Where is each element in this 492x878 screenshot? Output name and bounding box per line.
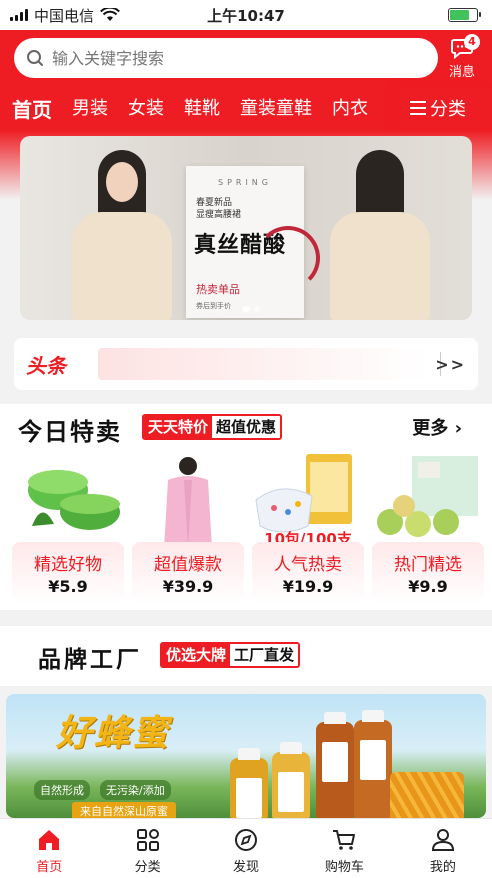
nav-cart[interactable]: 购物车 xyxy=(295,819,393,878)
product-card[interactable]: 超值爆款 ¥39.9 xyxy=(132,450,244,604)
deal-products: 精选好物 ¥5.9 超值爆款 ¥39.9 10包/100支 人气热卖 ¥19.9… xyxy=(12,450,484,604)
messages-button[interactable]: 4 消息 xyxy=(444,34,480,82)
search-bar[interactable] xyxy=(14,38,438,78)
honey-footnote: 来自自然深山原蜜 xyxy=(72,802,176,818)
honey-jar-image xyxy=(272,742,310,818)
model-image-right xyxy=(320,150,440,320)
status-bar: 中国电信 上午10:47 xyxy=(0,0,492,30)
brand-tag-secondary: 工厂直发 xyxy=(230,644,299,666)
product-price: ¥9.9 xyxy=(408,577,448,596)
nav-profile-label: 我的 xyxy=(429,860,456,875)
today-deals-tags: 天天特价 超值优惠 xyxy=(142,414,283,440)
headline-more-button[interactable]: >> xyxy=(435,355,466,374)
banner-poster: SPRING 春夏新品 显瘦高腰裙 真丝醋酸 热卖单品 券后到手价 xyxy=(186,166,320,318)
tab-kids[interactable]: 童装童鞋 xyxy=(240,94,312,123)
header: 4 消息 首页 男装 女装 鞋靴 童装童鞋 内衣 分类 xyxy=(0,30,492,130)
product-price: ¥5.9 xyxy=(48,577,88,596)
menu-icon xyxy=(410,101,426,115)
product-price: ¥19.9 xyxy=(282,577,334,596)
product-card[interactable]: 10包/100支 人气热卖 ¥19.9 xyxy=(252,450,364,604)
today-deals-title: 今日特卖 xyxy=(18,418,122,446)
tab-shoes[interactable]: 鞋靴 xyxy=(184,94,220,123)
model-image-left xyxy=(62,150,182,320)
compass-icon xyxy=(235,829,258,851)
bottom-navigation: 首页 分类 发现 购物车 我的 xyxy=(0,818,492,878)
signal-icon xyxy=(10,9,28,21)
headline-ticker[interactable]: 头条 >> xyxy=(14,338,478,390)
product-name: 热门精选 xyxy=(394,555,462,575)
cart-icon xyxy=(333,830,356,850)
tab-underwear[interactable]: 内衣 xyxy=(332,94,368,123)
banner-pagination xyxy=(242,306,260,312)
nav-category-label: 分类 xyxy=(134,860,161,875)
brand-factory-title: 品牌工厂 xyxy=(38,647,142,673)
product-image xyxy=(164,457,212,548)
tab-menswear[interactable]: 男装 xyxy=(72,94,108,123)
nav-category[interactable]: 分类 xyxy=(98,819,196,878)
user-icon xyxy=(431,829,454,851)
nav-cart-label: 购物车 xyxy=(324,860,364,875)
all-categories-button[interactable]: 分类 xyxy=(400,88,492,128)
headline-content xyxy=(98,348,428,380)
honey-jar-image xyxy=(230,748,268,818)
product-name: 超值爆款 xyxy=(154,555,222,575)
nav-home[interactable]: 首页 xyxy=(0,819,98,878)
nav-home-label: 首页 xyxy=(36,860,63,875)
promo-banner[interactable]: SPRING 春夏新品 显瘦高腰裙 真丝醋酸 热卖单品 券后到手价 xyxy=(20,136,472,320)
today-deals-section: 今日特卖 天天特价 超值优惠 更多 › 精选好物 ¥5.9 超值爆款 ¥39.9… xyxy=(0,404,492,610)
honey-jar-image xyxy=(316,712,354,818)
search-input[interactable] xyxy=(52,48,412,68)
tab-home[interactable]: 首页 xyxy=(12,94,52,123)
nav-discover-label: 发现 xyxy=(233,860,260,875)
product-name: 人气热卖 xyxy=(274,555,342,575)
product-name: 精选好物 xyxy=(34,555,102,575)
nav-discover[interactable]: 发现 xyxy=(197,819,295,878)
poster-subtitle: 春夏新品 显瘦高腰裙 xyxy=(196,198,242,220)
poster-season: SPRING xyxy=(217,178,272,187)
nav-profile[interactable]: 我的 xyxy=(394,819,492,878)
brand-factory-tags: 优选大牌 工厂直发 xyxy=(160,642,301,668)
message-count-badge: 4 xyxy=(464,34,480,50)
tab-womenswear[interactable]: 女装 xyxy=(128,94,164,123)
honey-feature-2: 无污染/添加 xyxy=(100,780,171,800)
category-tabs: 首页 男装 女装 鞋靴 童装童鞋 内衣 分类 xyxy=(0,88,492,128)
honey-title: 好蜂蜜 xyxy=(56,713,171,754)
more-deals-link[interactable]: 更多 › xyxy=(412,414,462,440)
search-icon xyxy=(27,50,43,66)
honey-feature-1: 自然形成 xyxy=(34,780,90,800)
product-price: ¥39.9 xyxy=(162,577,214,596)
grid-icon xyxy=(136,829,159,851)
deals-tag-secondary: 超值优惠 xyxy=(212,416,281,438)
deals-tag-primary: 天天特价 xyxy=(144,416,213,438)
product-image xyxy=(377,456,478,537)
carrier-label: 中国电信 xyxy=(34,6,95,25)
headline-logo: 头条 xyxy=(26,353,66,378)
brand-factory-section[interactable]: 品牌工厂 优选大牌 工厂直发 xyxy=(0,626,492,686)
wifi-icon xyxy=(100,8,120,21)
honeycomb-image xyxy=(390,772,464,818)
messages-label: 消息 xyxy=(448,65,475,80)
all-categories-label: 分类 xyxy=(430,99,466,120)
battery-icon xyxy=(448,8,481,22)
honey-banner[interactable]: 好蜂蜜 自然形成 无污染/添加 来自自然深山原蜜 xyxy=(6,694,486,818)
product-card[interactable]: 热门精选 ¥9.9 xyxy=(372,450,484,604)
brand-tag-primary: 优选大牌 xyxy=(162,644,231,666)
product-image xyxy=(28,470,120,530)
product-card[interactable]: 精选好物 ¥5.9 xyxy=(12,450,124,604)
home-icon xyxy=(39,830,60,850)
honey-jar-image xyxy=(354,710,392,818)
